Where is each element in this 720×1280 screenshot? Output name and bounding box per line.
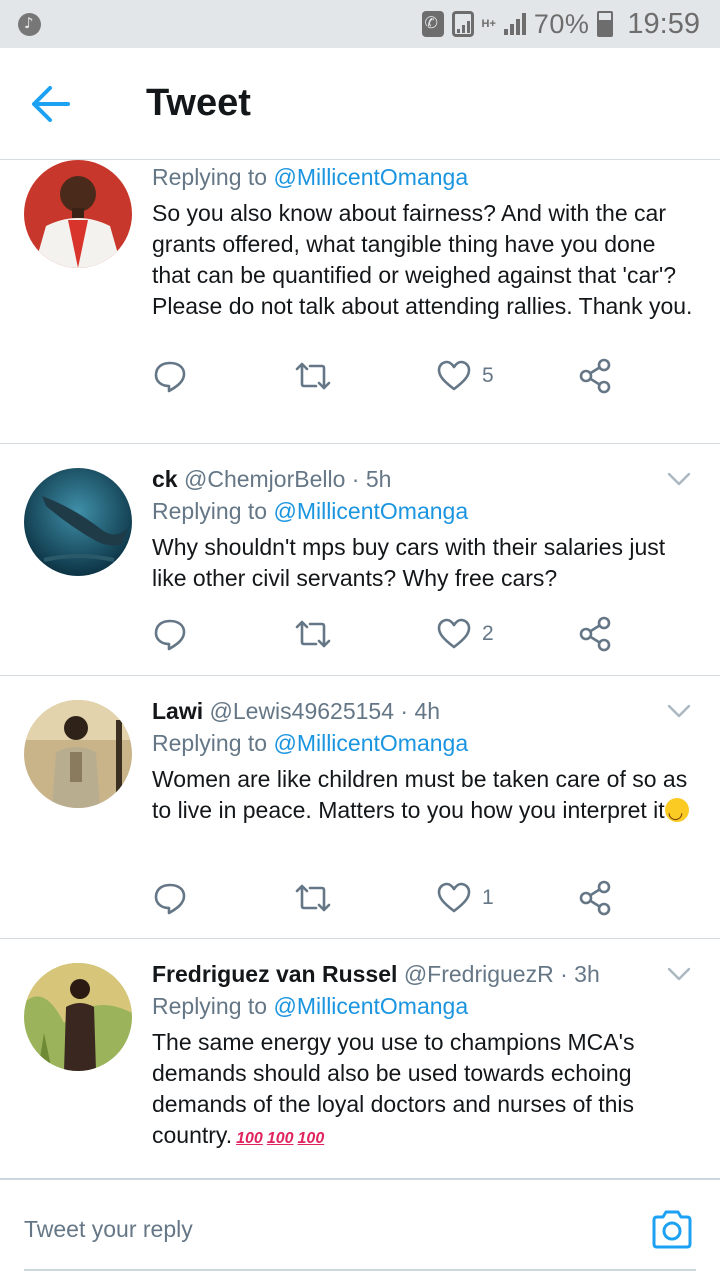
like-button[interactable]: 1: [436, 878, 494, 918]
reply-icon: [154, 619, 186, 651]
sim-signal-icon: [451, 11, 474, 37]
replying-to: Replying to @MillicentOmanga: [152, 993, 469, 1019]
replying-to: Replying to @MillicentOmanga: [152, 164, 469, 190]
like-button[interactable]: 5: [436, 356, 494, 396]
hundred-points-emoji-icon: 100: [236, 1130, 263, 1147]
like-count: 1: [482, 886, 494, 909]
share-icon: [579, 616, 611, 652]
reply-composer: Tweet your reply: [0, 1178, 720, 1280]
avatar[interactable]: [24, 468, 132, 576]
page-title: Tweet: [146, 82, 251, 124]
battery-icon: [597, 11, 614, 37]
hundred-points-emoji-icon: 100: [266, 1130, 294, 1147]
reply-button[interactable]: [152, 878, 188, 918]
reply-icon: [154, 361, 186, 393]
reply-icon: [154, 883, 186, 915]
hundred-points-emoji-icon: 100: [297, 1130, 325, 1147]
heart-icon: [437, 882, 471, 913]
replying-to: Replying to @MillicentOmanga: [152, 498, 469, 524]
avatar[interactable]: [24, 963, 132, 1071]
reply-feed[interactable]: Replying to @MillicentOmanga So you also…: [0, 160, 720, 1178]
like-button[interactable]: 2: [436, 614, 494, 654]
share-button[interactable]: [578, 356, 612, 396]
tweet-author[interactable]: Lawi @Lewis49625154 · 4h: [152, 696, 696, 726]
tweet-actions: 5: [152, 356, 632, 396]
reply-button[interactable]: [152, 614, 188, 654]
music-notification-icon: [18, 13, 41, 36]
chevron-down-icon[interactable]: [666, 961, 692, 987]
heart-icon: [437, 360, 471, 391]
arrow-left-icon[interactable]: [30, 82, 78, 126]
tweet-text: Women are like children must be taken ca…: [152, 764, 696, 828]
retweet-button[interactable]: [294, 878, 332, 918]
clock: 19:59: [627, 7, 700, 40]
chevron-down-icon[interactable]: [666, 466, 692, 492]
mention-link[interactable]: @MillicentOmanga: [273, 498, 468, 524]
status-bar: H+ 70% 19:59: [0, 0, 720, 48]
avatar[interactable]: [24, 700, 132, 808]
share-icon: [579, 358, 611, 394]
top-app-bar: Tweet: [0, 48, 720, 160]
tweet-actions: 2: [152, 614, 632, 654]
tweet[interactable]: Fredriguez van Russel @FredriguezR · 3h …: [0, 939, 720, 1178]
tweet-actions: 1: [152, 878, 632, 918]
mention-link[interactable]: @MillicentOmanga: [273, 164, 468, 190]
share-button[interactable]: [578, 878, 612, 918]
replying-to: Replying to @MillicentOmanga: [152, 730, 469, 756]
tweet-author[interactable]: ck @ChemjorBello · 5h: [152, 464, 696, 494]
retweet-icon: [295, 362, 331, 390]
tweet-author[interactable]: Fredriguez van Russel @FredriguezR · 3h: [152, 959, 696, 989]
tweet-text: The same energy you use to champions MCA…: [152, 1027, 696, 1154]
status-icons: H+ 70% 19:59: [421, 6, 700, 42]
share-button[interactable]: [578, 614, 612, 654]
grinning-squinting-emoji-icon: [664, 797, 689, 828]
chevron-down-icon[interactable]: [666, 698, 692, 724]
signal-bars-icon: [503, 13, 526, 35]
mention-link[interactable]: @MillicentOmanga: [273, 730, 468, 756]
reply-button[interactable]: [152, 356, 188, 396]
camera-icon[interactable]: [650, 1208, 694, 1252]
tweet[interactable]: ck @ChemjorBello · 5h Replying to @Milli…: [0, 444, 720, 676]
tweet[interactable]: Replying to @MillicentOmanga So you also…: [0, 160, 720, 444]
reply-input[interactable]: Tweet your reply: [24, 1216, 193, 1243]
retweet-icon: [295, 620, 331, 648]
heart-icon: [437, 618, 471, 649]
network-type: H+: [481, 18, 496, 30]
tweet-text: Why shouldn't mps buy cars with their sa…: [152, 534, 666, 591]
tweet-text: So you also know about fairness? And wit…: [152, 200, 693, 319]
mention-link[interactable]: @MillicentOmanga: [273, 993, 468, 1019]
retweet-button[interactable]: [294, 614, 332, 654]
share-icon: [579, 880, 611, 916]
like-count: 2: [482, 622, 494, 645]
battery-percent: 70%: [533, 8, 590, 39]
avatar[interactable]: [24, 160, 132, 268]
retweet-icon: [295, 884, 331, 912]
retweet-button[interactable]: [294, 356, 332, 396]
like-count: 5: [482, 364, 494, 387]
input-underline: [24, 1269, 696, 1271]
call-icon: [421, 11, 444, 37]
tweet[interactable]: Lawi @Lewis49625154 · 4h Replying to @Mi…: [0, 676, 720, 939]
